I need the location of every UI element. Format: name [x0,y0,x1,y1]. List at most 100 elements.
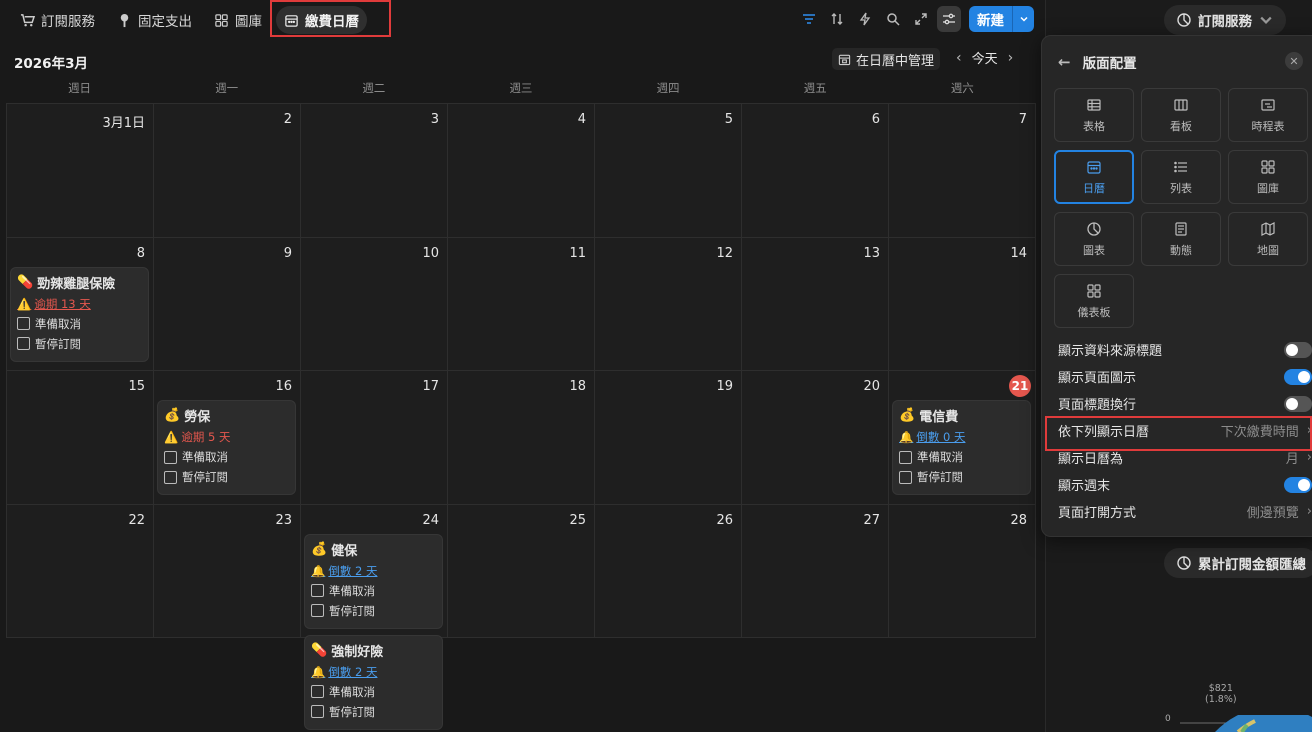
new-button[interactable]: 新建 [969,6,1012,32]
day-cell[interactable]: 21 💰 電信費 🔔 倒數 0 天 準備取消 暫停訂閱 [889,371,1036,505]
checkbox-row[interactable]: 暫停訂閱 [17,336,142,352]
tab-subscriptions[interactable]: 訂閱服務 [12,6,103,34]
checkbox-row[interactable]: 暫停訂閱 [899,469,1024,485]
checkbox[interactable] [899,470,912,484]
payment-card[interactable]: 💊 勁辣雞腿保險 ⚠️ 逾期 13 天 準備取消 暫停訂閱 [11,267,148,361]
view-option-gallery[interactable]: 圖庫 [1228,150,1308,204]
today-button[interactable]: 今天 [972,48,998,67]
day-cell[interactable]: 10 [301,237,448,371]
view-option-calendar[interactable]: 日曆 [1054,150,1134,204]
automation-button[interactable] [853,6,877,32]
checkbox-label: 準備取消 [329,583,375,598]
day-cell[interactable]: 24 💰 健保 🔔 倒數 2 天 準備取消 暫停訂閱 💊 強制好險 🔔 倒數 2 天 準… [301,504,448,729]
day-cell[interactable]: 3月1日 [7,104,154,238]
expand-button[interactable] [909,6,933,32]
payment-card[interactable]: 💰 健保 🔔 倒數 2 天 準備取消 暫停訂閱 [305,534,442,628]
manage-in-calendar-button[interactable]: 在日曆中管理 [832,48,941,70]
day-cell[interactable]: 4 [448,104,595,238]
setting-show-weekends[interactable]: 顯示週末 [1042,471,1312,498]
view-option-feed[interactable]: 動態 [1141,212,1221,266]
checkbox-row[interactable]: 暫停訂閱 [311,704,436,720]
weekday-label: 週二 [362,81,386,95]
day-cell[interactable]: 2 [154,104,301,238]
prev-month-button[interactable]: ‹ [956,50,962,66]
day-cell[interactable]: 6 [742,104,889,238]
checkbox-row[interactable]: 準備取消 [311,583,436,599]
toggle-switch[interactable] [1284,476,1312,493]
day-cell[interactable]: 9 [154,237,301,371]
day-cell[interactable]: 18 [448,371,595,505]
checkbox[interactable] [311,685,324,698]
checkbox[interactable] [164,470,177,484]
checkbox[interactable] [17,317,30,330]
total-summary-pill[interactable]: 累計訂閱金額匯總 [1164,548,1312,578]
day-cell[interactable]: 28 [889,504,1036,638]
money-bag-icon: 💰 [311,541,328,557]
checkbox[interactable] [164,450,177,464]
payment-card[interactable]: 💊 強制好險 🔔 倒數 2 天 準備取消 暫停訂閱 [305,635,442,729]
payment-card[interactable]: 💰 電信費 🔔 倒數 0 天 準備取消 暫停訂閱 [893,401,1030,494]
day-cell[interactable]: 19 [595,371,742,505]
close-icon[interactable]: ✕ [1285,52,1303,70]
day-cell[interactable]: 27 [742,504,889,638]
checkbox[interactable] [311,584,324,597]
setting-label: 顯示資料來源標題 [1058,344,1163,359]
setting-open-pages-in[interactable]: 頁面打開方式 側邊預覽 › [1042,498,1312,525]
checkbox[interactable] [311,705,324,718]
day-cell[interactable]: 23 [154,504,301,638]
toggle-switch[interactable] [1284,395,1312,412]
weekday-label: 週四 [656,81,680,95]
view-option-table[interactable]: 表格 [1054,88,1134,142]
day-cell[interactable]: 7 [889,104,1036,238]
day-cell[interactable]: 8 💊 勁辣雞腿保險 ⚠️ 逾期 13 天 準備取消 暫停訂閱 [7,237,154,371]
setting-show-page-icon[interactable]: 顯示頁面圖示 [1042,363,1312,390]
day-cell[interactable]: 5 [595,104,742,238]
day-cell[interactable]: 16 💰 勞保 ⚠️ 逾期 5 天 準備取消 暫停訂閱 [154,371,301,505]
day-cell[interactable]: 17 [301,371,448,505]
view-option-timeline[interactable]: 時程表 [1228,88,1308,142]
day-cell[interactable]: 11 [448,237,595,371]
setting-show-source-title[interactable]: 顯示資料來源標題 [1042,336,1312,363]
view-option-dashboard[interactable]: 儀表板 [1054,274,1134,328]
checkbox-row[interactable]: 準備取消 [164,449,289,465]
checkbox[interactable] [17,337,30,350]
back-arrow-icon[interactable]: ← [1058,53,1071,71]
toggle-switch[interactable] [1284,368,1312,385]
toggle-switch[interactable] [1284,341,1312,358]
day-number: 2 [283,112,292,127]
card-status: 🔔 倒數 2 天 [311,563,436,579]
settings-button[interactable] [937,6,961,32]
day-cell[interactable]: 25 [448,504,595,638]
checkbox-row[interactable]: 暫停訂閱 [164,469,289,485]
day-cell[interactable]: 12 [595,237,742,371]
day-cell[interactable]: 20 [742,371,889,505]
checkbox[interactable] [899,450,912,464]
search-button[interactable] [881,6,905,32]
expand-icon [915,13,927,25]
tab-gallery[interactable]: 圖庫 [206,6,270,34]
view-option-list[interactable]: 列表 [1141,150,1221,204]
next-month-button[interactable]: › [1008,50,1014,66]
day-cell[interactable]: 14 [889,237,1036,371]
sort-button[interactable] [825,6,849,32]
view-option-board[interactable]: 看板 [1141,88,1221,142]
checkbox-row[interactable]: 準備取消 [311,684,436,700]
new-dropdown-button[interactable] [1012,6,1034,32]
day-cell[interactable]: 13 [742,237,889,371]
view-option-chart[interactable]: 圖表 [1054,212,1134,266]
setting-wrap-page-title[interactable]: 頁面標題換行 [1042,390,1312,417]
money-bag-icon: 💰 [899,408,916,423]
checkbox-row[interactable]: 準備取消 [17,316,142,332]
tab-fixed-expenses[interactable]: 固定支出 [109,6,200,34]
view-option-map[interactable]: 地圖 [1228,212,1308,266]
day-cell[interactable]: 15 [7,371,154,505]
checkbox-row[interactable]: 準備取消 [899,449,1024,465]
checkbox-row[interactable]: 暫停訂閱 [311,603,436,619]
day-cell[interactable]: 22 [7,504,154,638]
subscriptions-chart-pill[interactable]: 訂閱服務 [1164,5,1286,35]
filter-button[interactable] [797,6,821,32]
day-cell[interactable]: 3 [301,104,448,238]
payment-card[interactable]: 💰 勞保 ⚠️ 逾期 5 天 準備取消 暫停訂閱 [158,401,295,494]
day-cell[interactable]: 26 [595,504,742,638]
checkbox[interactable] [311,604,324,617]
